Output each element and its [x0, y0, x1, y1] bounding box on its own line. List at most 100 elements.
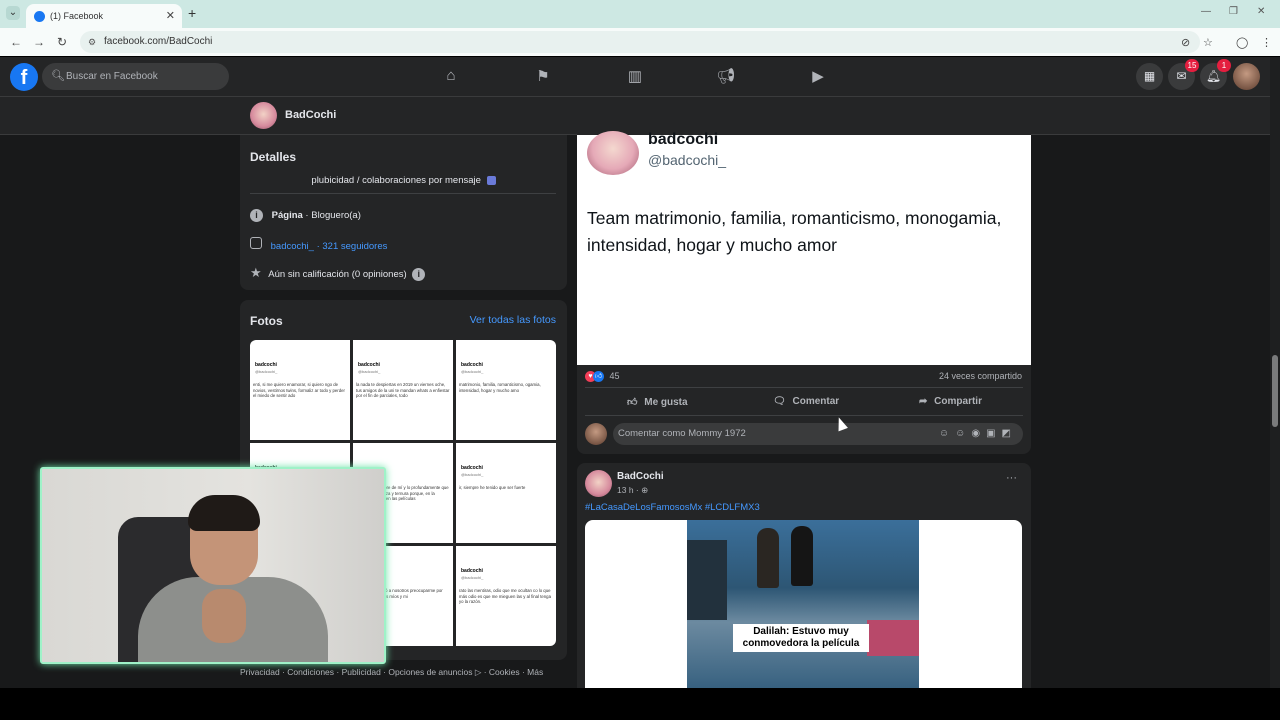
rating-text: Aún sin calificación (0 opiniones)	[268, 269, 407, 280]
share-count[interactable]: 24 veces compartido	[939, 371, 1022, 381]
facebook-favicon-icon	[34, 10, 45, 22]
scrollbar-thumb[interactable]	[1272, 355, 1278, 427]
post-author-avatar[interactable]	[585, 470, 612, 497]
messenger-button[interactable]: ✉ 15	[1168, 59, 1199, 90]
info-icon: i	[250, 209, 263, 222]
footer-links[interactable]: Privacidad · Condiciones · Publicidad · …	[240, 667, 543, 678]
like-button[interactable]: 👍︎ Me gusta	[627, 396, 688, 408]
photo-tweet-text: rato las mentiras, odio que me ocultan c…	[459, 588, 551, 605]
like-label: Me gusta	[644, 397, 688, 408]
category-label: Página	[271, 210, 303, 221]
bookmark-star-icon[interactable]: ☆	[1203, 36, 1213, 49]
instagram-icon	[250, 237, 262, 249]
photo-thumbnail[interactable]: badcochi @badcochi_rato las mentiras, odi…	[456, 546, 556, 646]
home-icon[interactable]: ⌂	[441, 67, 461, 87]
video-caption: Dalilah: Estuvo muy conmovedora la pelíc…	[733, 624, 869, 652]
browser-tab[interactable]: (1) Facebook ✕	[26, 4, 182, 28]
photo-tweet-name: badcochi	[461, 568, 483, 574]
post-more-button[interactable]: ···	[1006, 472, 1017, 484]
photo-thumbnail[interactable]: badcochi @badcochi_ la nada te despiertas …	[353, 340, 453, 440]
url-text: facebook.com/BadCochi	[104, 36, 213, 47]
profile-icon[interactable]: ◯	[1236, 36, 1248, 49]
emoji-icon[interactable]: ☺	[955, 428, 971, 439]
close-window-icon[interactable]: ✕	[1257, 6, 1265, 17]
post-card: badcochi @badcochi_ Team matrimonio, fam…	[577, 97, 1031, 454]
search-input[interactable]: 🔍︎ Buscar en Facebook	[42, 63, 229, 90]
pages-flag-icon[interactable]: ⚑	[533, 67, 553, 87]
post-time[interactable]: 13 h · ⊕	[617, 485, 648, 496]
tweet-screenshot[interactable]: badcochi @badcochi_ Team matrimonio, fam…	[577, 131, 1031, 365]
reload-icon[interactable]: ↻	[57, 35, 67, 49]
photo-thumbnail[interactable]: badcochi @badcochi_ matrimonio, familia, r…	[456, 340, 556, 440]
camera-icon[interactable]: ◉	[971, 428, 986, 439]
tab-search-icon[interactable]: ⌄	[6, 6, 20, 20]
sticker-icon[interactable]: ◩	[1002, 428, 1017, 439]
photo-tweet-name: badcochi	[461, 465, 483, 471]
share-icon: ➦	[919, 396, 928, 407]
ads-megaphone-icon[interactable]: 📢︎	[716, 67, 736, 87]
comment-placeholder: Comentar como Mommy 1972	[618, 428, 746, 439]
video-icon[interactable]: ▶	[808, 67, 828, 87]
divider	[585, 387, 1023, 388]
details-card: Detalles plubicidad / colaboraciones por…	[240, 135, 567, 290]
site-info-icon[interactable]: ⚙	[88, 31, 96, 53]
account-avatar[interactable]	[1233, 63, 1260, 90]
category-value: · Bloguero(a)	[302, 210, 361, 221]
share-label: Compartir	[934, 396, 982, 407]
category-row: i Página · Bloguero(a)	[250, 209, 361, 222]
photo-tweet-name: badcochi	[461, 362, 483, 368]
post-card: BadCochi 13 h · ⊕ ··· #LaCasaDeLosFamoso…	[577, 463, 1031, 688]
photo-thumbnail[interactable]: badcochi @badcochi_ ir, siempre he tenido …	[456, 443, 556, 543]
comment-input[interactable]: Comentar como Mommy 1972 ☺☺◉▣◩	[613, 423, 1023, 445]
photo-tweet-name: badcochi	[255, 362, 277, 368]
rating-info-icon[interactable]: i	[412, 268, 426, 281]
search-placeholder: Buscar en Facebook	[66, 71, 158, 82]
streamer-hair	[188, 495, 260, 531]
browser-tab-strip: ⌄ (1) Facebook ✕ + — ❐ ✕	[0, 0, 1280, 28]
post-video[interactable]: Dalilah: Estuvo muy conmovedora la pelíc…	[585, 520, 1022, 688]
facebook-logo[interactable]: f	[10, 63, 38, 91]
post-author-name[interactable]: BadCochi	[617, 471, 664, 482]
instagram-row: badcochi_ · 321 seguidores	[250, 237, 387, 252]
globe-icon: ⊕	[641, 485, 649, 495]
gif-icon[interactable]: ▣	[986, 428, 1001, 439]
comment-button[interactable]: 🗨︎ Comentar	[773, 396, 839, 407]
bio-text: plubicidad / colaboraciones por mensaje	[240, 175, 567, 186]
back-icon[interactable]: ←	[10, 35, 22, 49]
photo-tweet-handle: @badcochi_	[461, 369, 484, 374]
tweet-name: badcochi	[648, 131, 719, 148]
eye-off-icon[interactable]: ⊘	[1181, 36, 1190, 49]
tab-close-icon[interactable]: ✕	[166, 9, 175, 22]
details-title: Detalles	[250, 150, 297, 164]
post-hashtags[interactable]: #LaCasaDeLosFamososMx #LCDLFMX3	[585, 502, 760, 513]
photo-thumbnail[interactable]: badcochi @badcochi_ enti, si me quiero ena…	[250, 340, 350, 440]
page-avatar[interactable]	[250, 102, 277, 129]
reactions-summary[interactable]: ♥ 👍︎ 45	[585, 371, 620, 383]
url-bar[interactable]: ⚙ facebook.com/BadCochi	[80, 31, 1200, 53]
page-scrollbar[interactable]	[1270, 57, 1280, 688]
tab-title: (1) Facebook	[50, 11, 104, 21]
new-tab-button[interactable]: +	[188, 5, 196, 21]
comment-label: Comentar	[792, 396, 840, 407]
see-all-photos-link[interactable]: Ver todas las fotos	[470, 314, 556, 326]
minimize-icon[interactable]: —	[1201, 6, 1211, 17]
menu-icon[interactable]: ⋮	[1261, 36, 1272, 49]
rating-row: ★ Aún sin calificación (0 opiniones) i	[250, 265, 426, 281]
share-button[interactable]: ➦ Compartir	[919, 396, 982, 407]
photo-tweet-text: matrimonio, familia, romanticismo, ogami…	[459, 382, 541, 393]
tweet-text: Team matrimonio, familia, romanticismo, …	[587, 208, 1002, 255]
photo-tweet-name: badcochi	[358, 362, 380, 368]
like-icon: 👍︎	[627, 397, 638, 408]
divider	[250, 193, 556, 194]
photo-tweet-handle: @badcochi_	[461, 575, 484, 580]
instagram-link[interactable]: badcochi_ · 321 seguidores	[271, 241, 388, 252]
notifications-button[interactable]: 🔔︎ 1	[1200, 59, 1231, 90]
restore-icon[interactable]: ❐	[1229, 6, 1238, 17]
photo-tweet-handle: @badcochi_	[255, 369, 278, 374]
apps-grid-button[interactable]: ▦	[1136, 63, 1163, 90]
forward-icon[interactable]: →	[33, 35, 45, 49]
insights-icon[interactable]: ▥	[625, 67, 645, 87]
avatar-sticker-icon[interactable]: ☺	[939, 428, 955, 439]
photo-tweet-handle: @badcochi_	[461, 472, 484, 477]
page-name[interactable]: BadCochi	[285, 109, 336, 121]
